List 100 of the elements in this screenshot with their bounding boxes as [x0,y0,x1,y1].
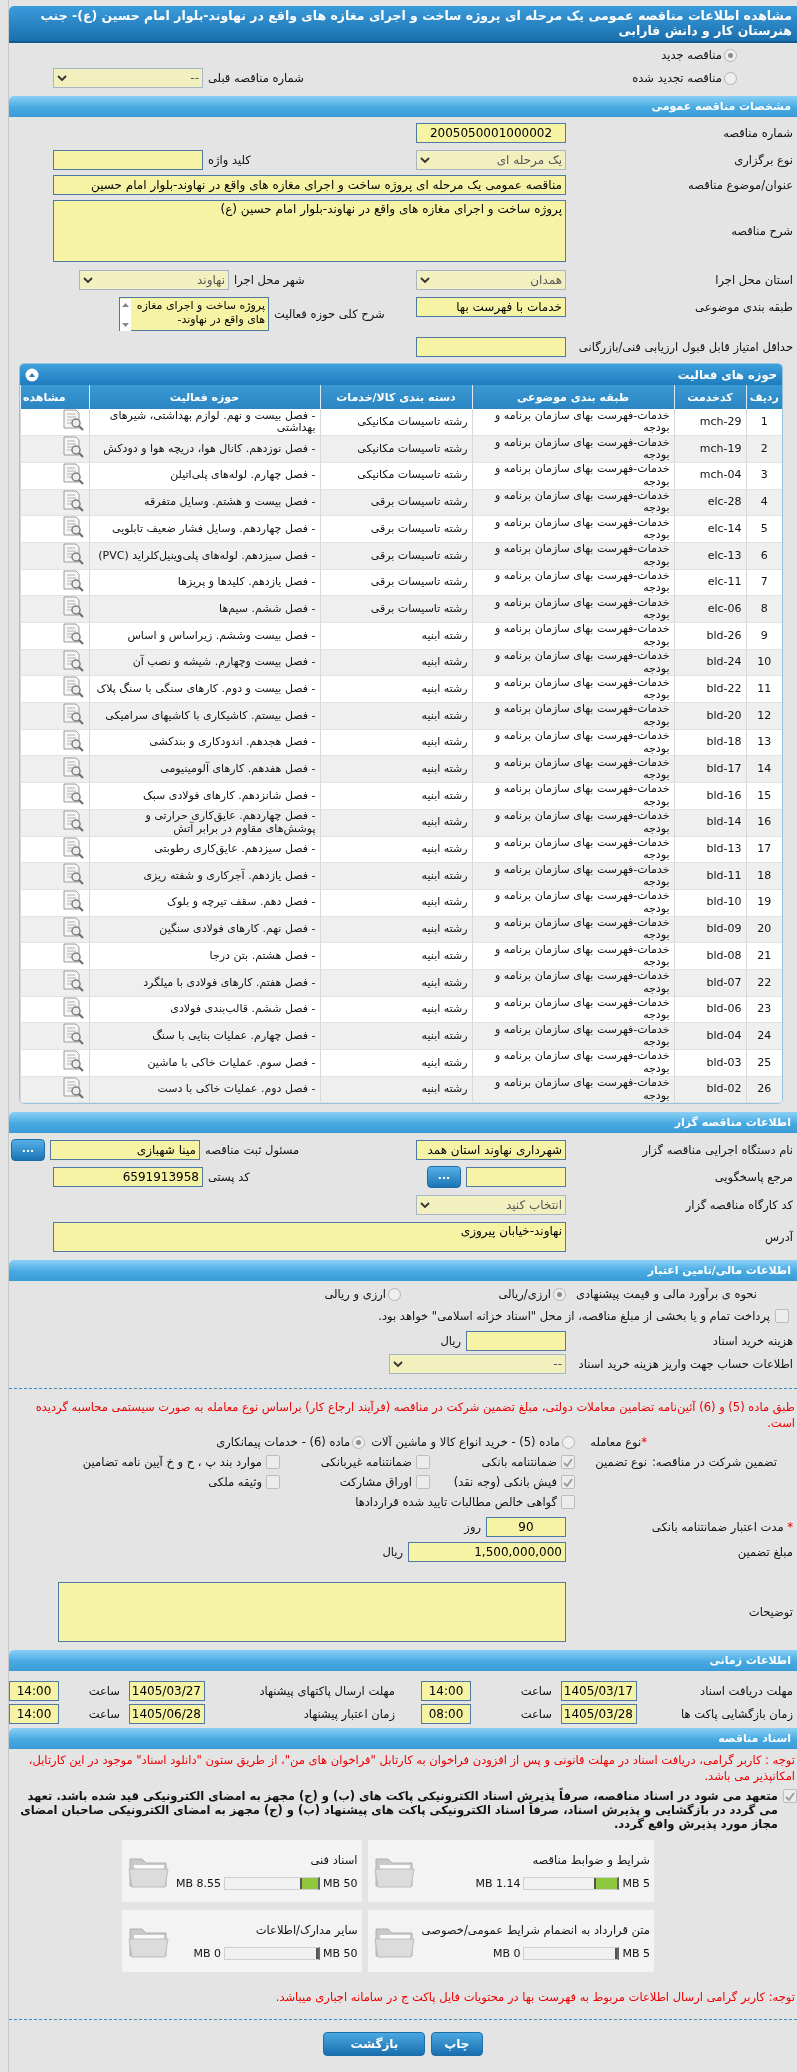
document-search-icon[interactable] [60,1076,85,1099]
radio-button[interactable] [388,1287,401,1301]
document-search-icon[interactable] [60,996,85,1019]
checkbox[interactable] [416,1475,430,1490]
text-field[interactable]: 90 [486,1517,566,1538]
select-field[interactable]: -- [53,68,203,88]
text-area[interactable]: نهاوند-خیابان پیروزی [53,1222,566,1253]
more-button[interactable]: ... [427,1166,461,1189]
table-cell: 12 [746,702,782,730]
field-label: مهلت دریافت اسناد [699,1684,794,1699]
document-search-icon[interactable] [60,783,85,806]
table-cell: - فصل چهارم. عملیات بنایی با سنگ [89,1022,320,1050]
table-cell: 24 [746,1022,782,1050]
text-area[interactable]: پروژه ساخت و اجرای مغازه های واقع در نهاوند-بلوار امام حسین (ع) [53,200,566,262]
date-field[interactable]: 1405/03/17 [561,1681,637,1702]
text-field[interactable] [466,1167,566,1188]
document-search-icon[interactable] [60,970,85,993]
table-cell: - فصل دوم. عملیات خاکی با دست [89,1076,320,1103]
document-search-icon[interactable] [60,436,85,459]
text-field[interactable]: 6591913958 [53,1167,203,1188]
document-search-icon[interactable] [60,462,85,485]
time-field[interactable]: 14:00 [9,1681,59,1702]
document-search-icon[interactable] [60,543,85,566]
document-search-icon[interactable] [60,809,85,832]
checkbox[interactable] [775,1309,789,1324]
table-cell: رشته ابنیه [320,942,472,970]
text-field[interactable]: مناقصه عمومی یک مرحله ای پروژه ساخت و اجرای مغازه های واقع در نهاوند-بلوار امام حسین [53,175,566,195]
table-cell: رشته ابنیه [320,649,472,676]
document-search-icon[interactable] [60,1050,85,1073]
document-search-icon[interactable] [60,1023,85,1046]
document-search-icon[interactable] [60,676,85,699]
checkbox[interactable] [266,1475,280,1490]
field-label: * نوع معامله [589,1435,647,1450]
select-field[interactable]: انتخاب کنید [416,1195,566,1216]
collapse-icon[interactable] [25,367,39,382]
radio-button[interactable] [724,48,737,62]
date-field[interactable]: 1405/03/28 [561,1704,637,1725]
back-button[interactable]: بازگشت [323,2032,426,2057]
checkbox[interactable] [561,1455,575,1470]
date-field[interactable]: 1405/03/27 [129,1681,205,1702]
text-field[interactable]: خدمات با فهرست بها [416,297,566,317]
column-header: ردیف [746,385,782,409]
document-search-icon[interactable] [60,943,85,966]
document-search-icon[interactable] [60,596,85,619]
panel-title: حوزه های فعالیت [677,367,777,382]
checkbox[interactable] [783,1789,797,1804]
table-cell: 10 [746,649,782,676]
table-cell: - فصل بیستم. کاشیکاری با کاشیهای سرامیکی [89,702,320,730]
document-search-icon[interactable] [60,889,85,912]
checkbox[interactable] [561,1495,575,1510]
text-field[interactable] [416,337,566,357]
document-search-icon[interactable] [60,863,85,886]
file-size: 0 MB [492,1946,521,1960]
table-cell: 2 [746,435,782,463]
table-cell: رشته ابنیه [320,809,472,836]
document-search-icon[interactable] [60,569,85,592]
radio-button[interactable] [352,1435,366,1449]
text-field[interactable]: شهرداری نهاوند استان همد [416,1140,566,1161]
chevron-icon [57,74,67,82]
text-field[interactable]: مینا شهبازی [50,1140,200,1161]
more-button[interactable]: ... [11,1139,45,1162]
list-field[interactable]: پروژه ساخت و اجرای مغازه های واقع در نهاوند- [119,297,269,331]
text-field[interactable]: 1,500,000,000 [408,1542,566,1563]
text-area[interactable] [58,1582,566,1643]
commitment-text: متعهد می شود در اسناد مناقصه، صرفاً پذیرش اسناد الکترونیکی پاکت های (ب) و (ج) مجهز به امضای الکترونیکی قید شده باشد. تعهد می گردد در بازگشایی و پذیرش اسناد، صرفاً اسناد الکترونیکی پاکت های پیشنهاد (ب) و (ج) مجهز به امضای الکترونیکی صاحبان امضای مجاز مورد پذیرش واقع گردد. [19,1789,778,1832]
document-search-icon[interactable] [60,703,85,726]
time-field[interactable]: 14:00 [421,1681,471,1702]
text-field[interactable]: 2005050001000002 [416,123,566,143]
document-search-icon[interactable] [60,649,85,672]
column-header: حوزه فعالیت [89,385,320,409]
time-field[interactable]: 14:00 [9,1704,59,1725]
text-field[interactable] [466,1331,566,1352]
select-field[interactable]: همدان [416,270,566,290]
field-label: روز [464,1520,481,1535]
document-search-icon[interactable] [60,623,85,646]
document-search-icon[interactable] [60,916,85,939]
checkbox[interactable] [561,1475,575,1490]
document-search-icon[interactable] [60,756,85,779]
document-search-icon[interactable] [60,409,85,432]
text-field[interactable] [53,150,203,170]
document-search-icon[interactable] [60,836,85,859]
select-field[interactable]: -- [389,1354,566,1375]
select-field[interactable]: نهاوند [79,270,229,290]
time-field[interactable]: 08:00 [421,1704,471,1725]
field-label: شرح مناقصه [730,224,794,238]
scrollbar-icon[interactable] [120,299,131,331]
document-search-icon[interactable] [60,516,85,539]
radio-button[interactable] [562,1435,575,1449]
checkbox[interactable] [416,1455,430,1470]
option-label: موارد بند پ ، ح و خ آیین نامه تضامین [9,1455,280,1470]
select-field[interactable]: یک مرحله ای [416,150,566,170]
document-search-icon[interactable] [60,729,85,752]
date-field[interactable]: 1405/06/28 [129,1704,205,1725]
radio-button[interactable] [724,71,737,85]
checkbox[interactable] [266,1455,280,1470]
document-search-icon[interactable] [60,489,85,512]
field-label: مبلغ تضمین [736,1545,794,1560]
table-cell: bld-11 [674,862,746,890]
radio-button[interactable] [553,1287,566,1301]
print-button[interactable]: چاپ [431,2032,483,2057]
